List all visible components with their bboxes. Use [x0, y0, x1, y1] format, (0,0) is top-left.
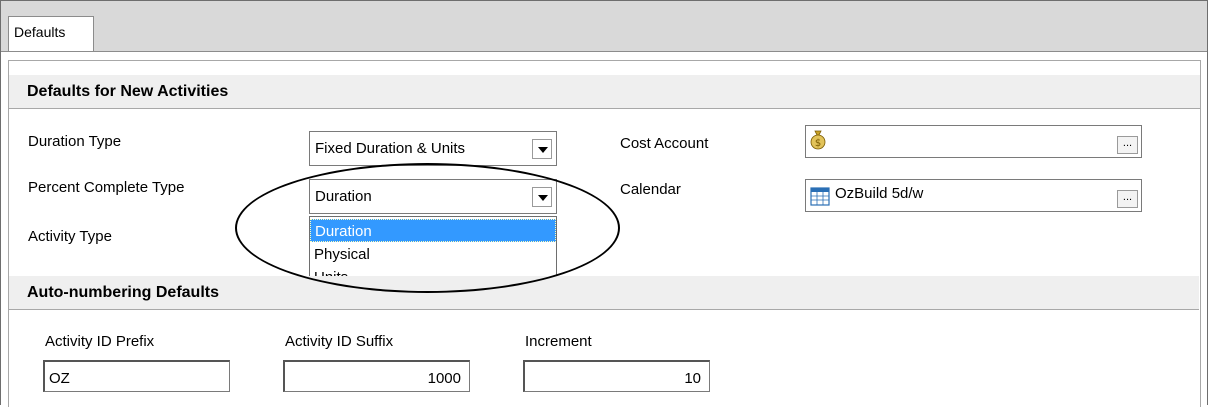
section-header-auto-numbering: Auto-numbering Defaults: [9, 276, 1199, 310]
section-title-auto-numbering: Auto-numbering Defaults: [27, 284, 219, 301]
activity-id-prefix-input[interactable]: OZ: [43, 360, 230, 392]
calendar-value: OzBuild 5d/w: [835, 185, 924, 202]
duration-type-select[interactable]: Fixed Duration & Units: [309, 131, 557, 166]
activity-id-prefix-label: Activity ID Prefix: [45, 333, 155, 350]
duration-type-value: Fixed Duration & Units: [315, 140, 466, 157]
tab-strip: Defaults: [1, 1, 1207, 52]
calendar-label: Calendar: [620, 181, 681, 198]
money-bag-icon: $: [809, 128, 827, 150]
activity-id-suffix-input[interactable]: 1000: [283, 360, 470, 392]
increment-label: Increment: [525, 333, 592, 350]
tab-defaults-label: Defaults: [14, 24, 66, 40]
chevron-down-icon[interactable]: [532, 187, 552, 207]
cost-account-label: Cost Account: [620, 135, 709, 152]
cost-account-field[interactable]: $ ...: [805, 125, 1142, 158]
duration-type-label: Duration Type: [28, 133, 122, 150]
percent-complete-type-label: Percent Complete Type: [28, 179, 185, 196]
percent-complete-type-value: Duration: [315, 188, 372, 205]
calendar-field[interactable]: OzBuild 5d/w ...: [805, 179, 1142, 212]
defaults-panel: Defaults for New Activities: [8, 60, 1201, 407]
section-title-new-activities: Defaults for New Activities: [27, 83, 229, 100]
cost-account-browse-button[interactable]: ...: [1117, 136, 1138, 154]
dropdown-option-physical[interactable]: Physical: [310, 243, 556, 266]
calendar-icon: [810, 186, 830, 206]
svg-text:$: $: [815, 138, 821, 149]
increment-input[interactable]: 10: [523, 360, 710, 392]
chevron-down-icon[interactable]: [532, 139, 552, 159]
section-header-new-activities: Defaults for New Activities: [9, 75, 1200, 109]
activity-id-suffix-value: 1000: [427, 370, 461, 387]
dropdown-option-duration[interactable]: Duration: [310, 219, 556, 242]
activity-id-suffix-label: Activity ID Suffix: [285, 333, 394, 350]
increment-value: 10: [684, 370, 701, 387]
percent-complete-type-select[interactable]: Duration: [309, 179, 557, 214]
tab-defaults[interactable]: Defaults: [8, 16, 94, 51]
activity-type-label: Activity Type: [28, 228, 112, 245]
calendar-browse-button[interactable]: ...: [1117, 190, 1138, 208]
activity-id-prefix-value: OZ: [49, 370, 70, 387]
